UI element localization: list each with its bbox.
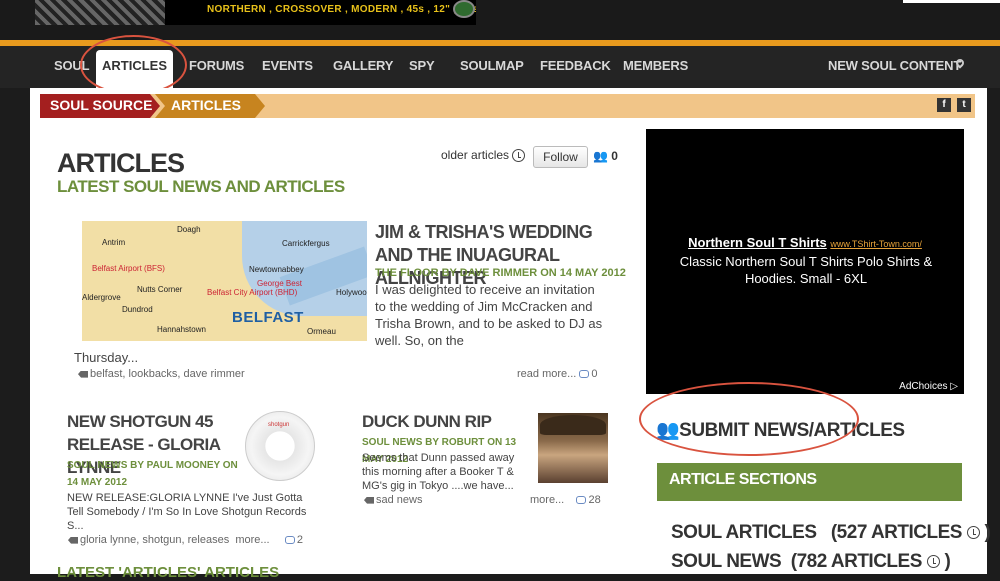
nav-new-soul-content[interactable]: NEW SOUL CONTENT (828, 58, 961, 73)
ad-title-row: Northern Soul T Shirts www.TShirt-Town.c… (646, 235, 964, 250)
nav-members[interactable]: MEMBERS (623, 58, 688, 73)
page-title: ARTICLES (57, 148, 185, 178)
ad-title[interactable]: Northern Soul T Shirts (688, 235, 827, 250)
featured-map-image[interactable]: Doagh Antrim Carrickfergus Belfast Airpo… (82, 221, 367, 341)
article-sections-heading: ARTICLE SECTIONS (657, 463, 962, 501)
featured-tags-text[interactable]: belfast, lookbacks, dave rimmer (90, 368, 245, 380)
ad-banner[interactable]: Northern Soul T Shirts www.TShirt-Town.c… (646, 129, 964, 394)
highlight-circle (639, 382, 859, 456)
section-soul-news[interactable]: SOUL NEWS (782 ARTICLES ) (671, 551, 951, 573)
facebook-icon[interactable]: f (937, 98, 951, 112)
map-label: Holywood (336, 288, 367, 297)
banner-photo (35, 0, 165, 25)
map-label: Antrim (102, 238, 126, 247)
map-label: Ormeau (307, 327, 336, 336)
highlight-circle (80, 35, 187, 95)
nav-events[interactable]: EVENTS (262, 58, 313, 73)
post2-meta: SOUL NEWS BY PAUL MOONEY ON 14 MAY 2012 (67, 460, 238, 488)
photo-hat (540, 415, 606, 435)
post3-comment-count[interactable]: 28 (588, 494, 600, 506)
nav-spy[interactable]: SPY (409, 58, 435, 73)
comment-icon (284, 536, 295, 545)
comment-icon (576, 496, 587, 505)
clock-icon (966, 526, 980, 540)
section-count: (527 ARTICLES (830, 522, 963, 543)
tag-icon (78, 370, 88, 378)
latest-articles-heading: LATEST 'ARTICLES' ARTICLES (57, 564, 280, 581)
post2-comment-count[interactable]: 2 (297, 534, 303, 546)
record-label-text: shotgun (268, 422, 290, 428)
nav-feedback[interactable]: FEEDBACK (540, 58, 611, 73)
nav-gallery[interactable]: GALLERY (333, 58, 393, 73)
map-label: Hannahstown (157, 325, 206, 334)
follower-count-value: 0 (611, 149, 618, 163)
map-label: Newtownabbey (249, 265, 304, 274)
featured-comment-count[interactable]: 0 (591, 368, 597, 380)
map-label: Doagh (177, 225, 201, 234)
content-page: SOUL SOURCE ARTICLES f t ARTICLES LATEST… (30, 88, 991, 581)
ad-body: Classic Northern Soul T Shirts Polo Shir… (679, 254, 933, 286)
map-label: Belfast City Airport (BHD) (207, 288, 298, 297)
map-label: Carrickfergus (282, 239, 330, 248)
map-label: Nutts Corner (137, 285, 183, 294)
ad-url[interactable]: www.TShirt-Town.com/ (830, 239, 922, 249)
post2-excerpt: NEW RELEASE:GLORIA LYNNE I've Just Gotta… (67, 492, 307, 532)
section-count-close: ) (984, 522, 991, 543)
featured-readmore: read more... 0 (517, 368, 598, 380)
section-name: SOUL ARTICLES (671, 522, 817, 543)
breadcrumb-root[interactable]: SOUL SOURCE (40, 94, 160, 118)
banner-text: NORTHERN , CROSSOVER , MODERN , 45s , 12… (207, 4, 476, 15)
tag-icon (68, 536, 78, 544)
site-banner[interactable]: NORTHERN , CROSSOVER , MODERN , 45s , 12… (35, 0, 476, 25)
search-box[interactable] (903, 0, 1000, 3)
post3-tags-text[interactable]: sad news (376, 494, 422, 506)
post3-excerpt: Seems that Dunn passed away this morning… (362, 452, 515, 492)
featured-article-excerpt: I was delighted to receive an invitation… (375, 282, 603, 348)
comment-icon (579, 370, 590, 379)
banner-logo-icon (453, 0, 475, 18)
older-articles-label: older articles (441, 148, 510, 162)
post3-more-link[interactable]: more... (530, 494, 564, 506)
featured-article-title[interactable]: JIM & TRISHA'S WEDDING AND THE INUAGURAL… (375, 221, 600, 290)
follower-count: 👥 0 (593, 149, 618, 163)
adchoices-link[interactable]: AdChoices ▷ (899, 381, 958, 392)
map-label: Aldergrove (82, 293, 121, 302)
page-subtitle: LATEST SOUL NEWS AND ARTICLES (57, 177, 345, 196)
featured-tags: belfast, lookbacks, dave rimmer (78, 368, 245, 380)
section-count-close: ) (944, 551, 951, 572)
post2-tags-text[interactable]: gloria lynne, shotgun, releases (80, 534, 229, 546)
section-name: SOUL NEWS (671, 551, 782, 572)
section-soul-articles[interactable]: SOUL ARTICLES (527 ARTICLES ) (671, 522, 991, 544)
map-label: George Best (257, 279, 302, 288)
nav-soulmap[interactable]: SOULMAP (460, 58, 524, 73)
post3-tags: sad news (364, 494, 422, 506)
users-icon: 👥 (593, 149, 608, 163)
clock-icon (926, 555, 940, 569)
post2-tags: gloria lynne, shotgun, releases more... … (68, 534, 303, 546)
section-count: (782 ARTICLES (790, 551, 923, 572)
map-label: Belfast Airport (BFS) (92, 264, 165, 273)
record-image[interactable]: shotgun (245, 411, 315, 481)
breadcrumb-current[interactable]: ARTICLES (155, 94, 265, 118)
twitter-icon[interactable]: t (957, 98, 971, 112)
map-city-label: BELFAST (232, 309, 304, 326)
post3-title[interactable]: DUCK DUNN RIP (362, 410, 532, 433)
older-articles-link[interactable]: older articles (441, 148, 526, 163)
tag-icon (364, 496, 374, 504)
featured-article-meta: THE FLOOR BY DAVE RIMMER ON 14 MAY 2012 (375, 267, 626, 279)
post2-more-link[interactable]: more... (235, 534, 269, 546)
clock-icon (512, 149, 526, 163)
map-label: Dundrod (122, 305, 153, 314)
follow-button[interactable]: Follow (533, 146, 588, 168)
breadcrumb: SOUL SOURCE ARTICLES f t (40, 94, 975, 118)
featured-article-excerpt-cont: Thursday... (74, 350, 139, 365)
post3-more: more... 28 (530, 494, 601, 506)
nav-forums[interactable]: FORUMS (189, 58, 244, 73)
duck-dunn-photo[interactable] (538, 413, 608, 483)
read-more-link[interactable]: read more... (517, 368, 576, 380)
